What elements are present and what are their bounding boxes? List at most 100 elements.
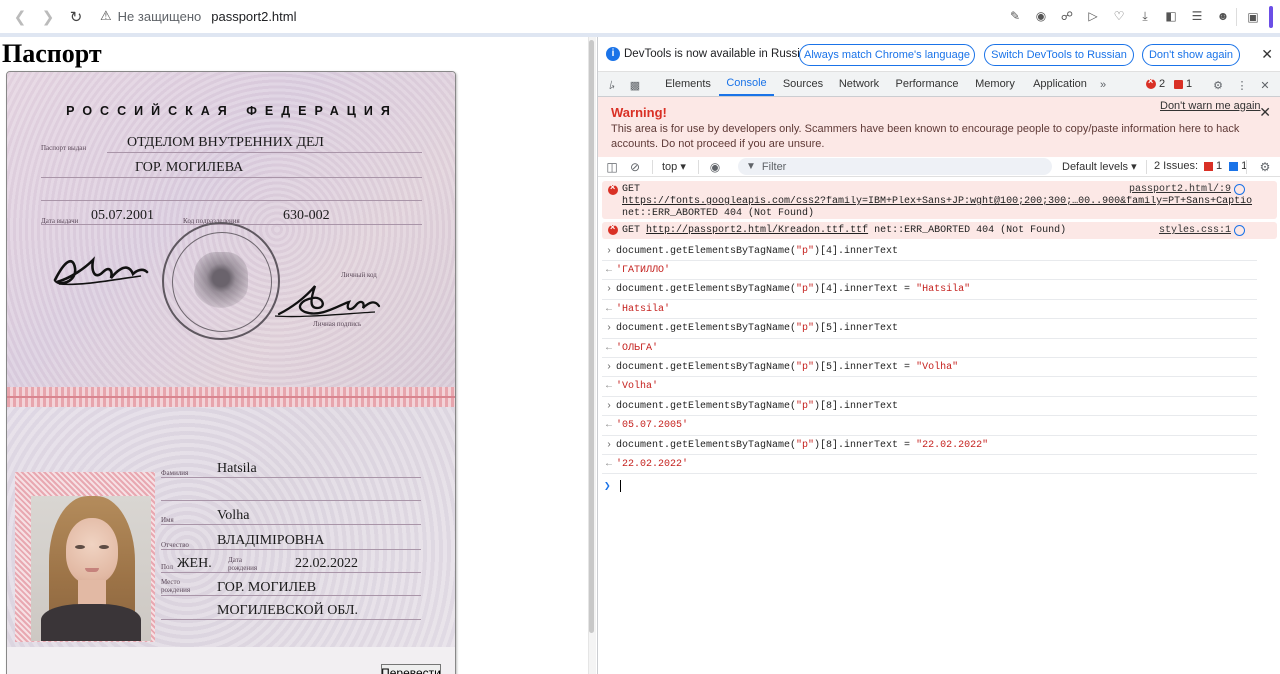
switch-to-russian-button[interactable]: Switch DevTools to Russian: [984, 44, 1134, 66]
clear-console-icon[interactable]: ⊘: [627, 159, 643, 175]
tab-memory[interactable]: Memory: [970, 72, 1020, 96]
close-devtools-icon[interactable]: ✕: [1257, 77, 1273, 93]
page-scrollbar-thumb[interactable]: [589, 40, 594, 633]
console-command-row[interactable]: › document.getElementsByTagName("p")[5].i…: [602, 358, 1257, 378]
error-source-link[interactable]: styles.css:1: [1159, 225, 1231, 236]
inspect-element-icon[interactable]: ⭞: [604, 77, 620, 93]
dept-code: 630-002: [283, 208, 330, 223]
console-result-text: 'Volha': [616, 381, 659, 393]
shield-icon[interactable]: ☍: [1058, 5, 1076, 27]
issue-count: 1: [1186, 78, 1193, 90]
more-tabs-icon[interactable]: »: [1095, 77, 1111, 93]
profile-icon[interactable]: ☻: [1214, 5, 1232, 27]
surname-label: Фамилия: [161, 469, 189, 477]
separator: [698, 160, 699, 174]
error-source-link[interactable]: passport2.html/:9: [1129, 184, 1231, 195]
console-output[interactable]: GET https://fonts.googleapis.com/css2?fa…: [598, 178, 1280, 674]
sidebar-toggle-icon[interactable]: ◫: [604, 159, 620, 175]
device-toggle-icon[interactable]: ▩: [627, 77, 643, 93]
source-globe-icon[interactable]: [1234, 184, 1245, 195]
menu-lines-icon[interactable]: ☰: [1188, 5, 1206, 27]
error-counter[interactable]: 2: [1146, 76, 1165, 90]
console-command-row[interactable]: › document.getElementsByTagName("p")[8].i…: [602, 436, 1257, 455]
side-panel-handle[interactable]: [1269, 6, 1273, 28]
error-method: GET: [622, 225, 641, 236]
security-label[interactable]: Не защищено: [118, 9, 202, 24]
console-command-row[interactable]: › document.getElementsByTagName("p")[5].i…: [602, 320, 1257, 339]
heart-icon[interactable]: ♡: [1110, 5, 1128, 27]
rule: [161, 572, 421, 573]
separator: [1146, 160, 1147, 174]
settings-gear-icon[interactable]: ⚙: [1210, 77, 1226, 93]
source-globe-icon[interactable]: [1234, 225, 1245, 236]
console-error-row[interactable]: GET https://fonts.googleapis.com/css2?fa…: [602, 181, 1277, 219]
console-result-row[interactable]: ← '22.02.2022': [602, 455, 1257, 475]
console-result-row[interactable]: ← '05.07.2005': [602, 417, 1257, 436]
kebab-menu-icon[interactable]: ⋮: [1234, 77, 1250, 93]
dont-warn-link[interactable]: Don't warn me again: [1160, 100, 1261, 112]
match-language-button[interactable]: Always match Chrome's language: [799, 44, 975, 66]
issues-error-count: 1: [1216, 160, 1223, 172]
filter-placeholder: Filter: [761, 160, 787, 173]
eye-icon[interactable]: ◉: [707, 159, 723, 175]
omnibox-actions: ✎ ◉ ☍ ▷ ♡ ⤓ ◧ ☰ ☻: [1006, 5, 1232, 27]
console-settings-icon[interactable]: ⚙: [1257, 159, 1273, 175]
sidebar-icon[interactable]: ◧: [1162, 5, 1180, 27]
error-url-link[interactable]: http://passport2.html/Kreadon.ttf.ttf: [646, 225, 868, 236]
result-arrow-icon: ←: [605, 264, 612, 276]
close-icon[interactable]: ✕: [1261, 46, 1273, 63]
console-result-row[interactable]: ← 'Volha': [602, 378, 1257, 397]
forward-icon[interactable]: ❯: [34, 3, 62, 31]
console-result-row[interactable]: ← 'Hatsila': [602, 300, 1257, 320]
official-seal: [162, 222, 280, 340]
camera-icon[interactable]: ◉: [1032, 5, 1050, 27]
console-command-row[interactable]: › document.getElementsByTagName("p")[4].i…: [602, 281, 1257, 300]
tab-elements[interactable]: Elements: [660, 72, 716, 96]
console-result-row[interactable]: ← 'ГАТИЛЛО': [602, 261, 1257, 281]
translate-button[interactable]: Перевести: [381, 664, 441, 674]
error-url-link[interactable]: https://fonts.googleapis.com/css2?family…: [622, 196, 1252, 207]
rule: [41, 177, 422, 178]
dont-show-again-button[interactable]: Don't show again: [1142, 44, 1240, 66]
close-warning-icon[interactable]: ✕: [1259, 104, 1271, 121]
console-input-caret[interactable]: [620, 480, 621, 492]
tab-console[interactable]: Console: [719, 72, 774, 96]
edit-icon[interactable]: ✎: [1006, 5, 1024, 27]
browser-toolbar: ❮ ❯ ↻ ⚠ Не защищено passport2.html ✎ ◉ ☍…: [0, 0, 1280, 34]
reload-icon[interactable]: ↻: [62, 3, 90, 31]
issue-counter[interactable]: 1: [1174, 78, 1192, 90]
holder-photo: [31, 496, 151, 641]
page-title: Паспорт: [2, 39, 102, 68]
console-result-row[interactable]: ← 'ОЛЬГА': [602, 339, 1257, 358]
warning-icon[interactable]: ⚠: [100, 8, 112, 24]
info-icon: i: [606, 47, 620, 61]
download-icon[interactable]: ⤓: [1136, 5, 1154, 27]
console-command-row[interactable]: › document.getElementsByTagName("p")[8].i…: [602, 397, 1257, 417]
tab-application[interactable]: Application: [1028, 72, 1092, 96]
shape: [85, 568, 99, 572]
console-command-row[interactable]: › document.getElementsByTagName("p")[4].i…: [602, 242, 1257, 261]
command-chevron-icon: ›: [605, 361, 612, 373]
issues-button[interactable]: 2 Issues: 1 1: [1154, 160, 1247, 172]
tab-performance[interactable]: Performance: [892, 72, 962, 96]
sex-label: Пол: [161, 563, 173, 571]
rule: [161, 500, 421, 501]
console-error-row[interactable]: GET http://passport2.html/Kreadon.ttf.tt…: [602, 222, 1277, 239]
url-text[interactable]: passport2.html: [211, 9, 296, 24]
shape: [66, 518, 118, 584]
log-levels-dropdown[interactable]: Default levels ▾: [1062, 160, 1137, 173]
play-icon[interactable]: ▷: [1084, 5, 1102, 27]
shape: [75, 545, 85, 549]
address-bar[interactable]: ⚠ Не защищено passport2.html ✎ ◉ ☍ ▷ ♡ ⤓…: [92, 3, 1232, 29]
context-selector[interactable]: top ▾: [662, 160, 686, 173]
result-arrow-icon: ←: [605, 381, 612, 393]
issued-by-label: Паспорт выдан: [41, 144, 87, 152]
command-chevron-icon: ›: [605, 245, 612, 257]
back-icon[interactable]: ❮: [6, 3, 34, 31]
filter-input[interactable]: ▼ Filter: [738, 158, 1052, 175]
extension-cube-icon[interactable]: ▣: [1244, 8, 1262, 26]
tab-network[interactable]: Network: [834, 72, 884, 96]
tab-sources[interactable]: Sources: [778, 72, 828, 96]
patronymic-value: ВЛАДІМІРОВНА: [217, 533, 325, 548]
result-arrow-icon: ←: [605, 420, 612, 432]
